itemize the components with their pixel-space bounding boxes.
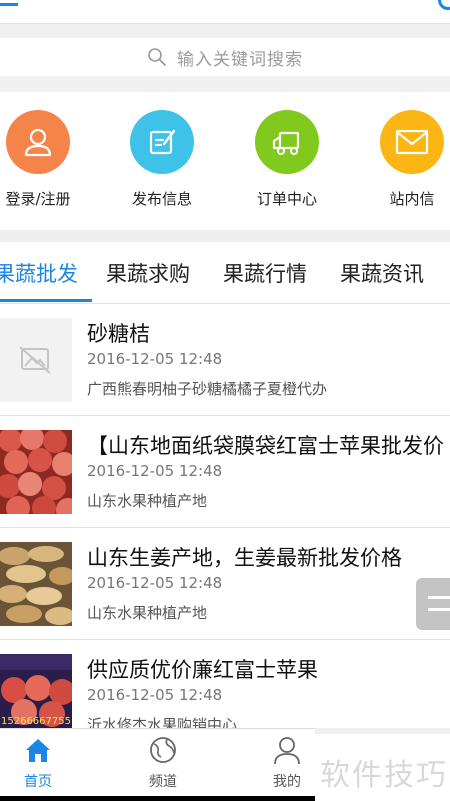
home-icon xyxy=(26,739,50,762)
listing-time: 2016-12-05 12:48 xyxy=(87,462,223,480)
floating-menu-button[interactable] xyxy=(416,578,450,630)
menu-bar-icon xyxy=(428,608,450,611)
poster-phone: 15266667755 xyxy=(1,716,71,727)
active-tab-indicator xyxy=(0,299,92,302)
edit-icon xyxy=(130,110,194,174)
listing-source: 广西熊春明柚子砂糖橘橘子夏橙代办 xyxy=(87,380,328,398)
system-bottom-strip xyxy=(0,796,315,801)
inbox-label: 站内信 xyxy=(389,190,435,208)
category-tabs: 果蔬批发 果蔬求购 果蔬行情 果蔬资讯 xyxy=(0,242,450,304)
search-placeholder: 输入关键词搜索 xyxy=(177,49,303,70)
list-item[interactable]: 山东生姜产地，生姜最新批发价格 2016-12-05 12:48 山东水果种植产… xyxy=(0,528,450,640)
order-center-button[interactable]: 订单中心 xyxy=(242,110,332,209)
list-item[interactable]: 砂糖桔 2016-12-05 12:48 广西熊春明柚子砂糖橘橘子夏橙代办 xyxy=(0,304,450,416)
inbox-button[interactable]: 站内信 xyxy=(367,110,450,209)
listing-source: 山东水果种植产地 xyxy=(87,492,208,510)
login-register-label: 登录/注册 xyxy=(5,190,71,208)
nav-channel-label: 频道 xyxy=(149,774,177,790)
apples-poster: 15266667755 xyxy=(0,654,72,728)
nav-home-label: 首页 xyxy=(24,774,52,790)
gear-icon[interactable] xyxy=(438,0,450,10)
listing-list: 砂糖桔 2016-12-05 12:48 广西熊春明柚子砂糖橘橘子夏橙代办 【山… xyxy=(0,304,450,728)
listing-title: 山东生姜产地，生姜最新批发价格 xyxy=(87,546,402,570)
publish-info-label: 发布信息 xyxy=(131,190,192,208)
globe-icon xyxy=(150,737,176,763)
tab-market[interactable]: 果蔬行情 xyxy=(223,258,307,288)
order-center-label: 订单中心 xyxy=(256,190,317,208)
publish-info-button[interactable]: 发布信息 xyxy=(117,110,207,209)
quick-actions: 登录/注册 发布信息 订单中心 站内信 xyxy=(0,92,450,230)
person-icon xyxy=(274,737,300,765)
bottom-navigation: 首页 频道 我的 xyxy=(0,728,315,796)
tab-wholesale[interactable]: 果蔬批发 xyxy=(0,258,78,288)
envelope-icon xyxy=(380,110,444,174)
section-divider xyxy=(0,230,450,242)
list-item[interactable]: 【山东地面纸袋膜袋红富士苹果批发价 2016-12-05 12:48 山东水果种… xyxy=(0,416,450,528)
listing-time: 2016-12-05 12:48 xyxy=(87,350,223,368)
placeholder-image-icon xyxy=(0,318,72,402)
watermark-text: 软件技巧 xyxy=(320,758,448,793)
listing-title: 砂糖桔 xyxy=(87,322,150,346)
ginger-photo xyxy=(0,542,72,626)
listing-time: 2016-12-05 12:48 xyxy=(87,574,223,592)
top-app-bar xyxy=(0,0,450,24)
menu-bar-icon xyxy=(428,596,450,599)
apples-photo xyxy=(0,430,72,514)
tab-news[interactable]: 果蔬资讯 xyxy=(340,258,424,288)
tab-purchase[interactable]: 果蔬求购 xyxy=(106,258,190,288)
listing-source: 沂水修杰水果购销中心 xyxy=(87,716,238,728)
user-icon xyxy=(6,110,70,174)
list-item[interactable]: 15266667755 供应质优价廉红富士苹果 2016-12-05 12:48… xyxy=(0,640,450,728)
nav-channel[interactable]: 频道 xyxy=(123,735,203,791)
search-icon xyxy=(148,48,166,66)
listing-source: 山东水果种植产地 xyxy=(87,604,208,622)
menu-icon[interactable] xyxy=(0,0,18,6)
truck-icon xyxy=(255,110,319,174)
nav-home[interactable]: 首页 xyxy=(0,735,78,791)
login-register-button[interactable]: 登录/注册 xyxy=(0,110,83,209)
listing-title: 供应质优价廉红富士苹果 xyxy=(87,658,318,682)
listing-time: 2016-12-05 12:48 xyxy=(87,686,223,704)
search-section: 输入关键词搜索 xyxy=(0,24,450,92)
listing-title: 【山东地面纸袋膜袋红富士苹果批发价 xyxy=(87,434,444,458)
search-input[interactable]: 输入关键词搜索 xyxy=(0,38,450,76)
